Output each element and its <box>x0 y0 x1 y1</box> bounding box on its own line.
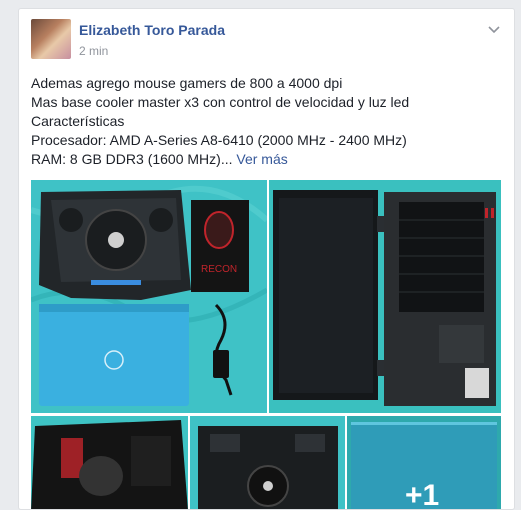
photo-mouse-box-image <box>31 416 188 509</box>
photo-laptop-open-image <box>269 180 501 413</box>
post-header: Elizabeth Toro Parada 2 min <box>31 19 504 59</box>
timestamp-text: 2 min <box>79 44 109 58</box>
post-text-line: Procesador: AMD A-Series A8-6410 (2000 M… <box>31 132 407 148</box>
photo-cooler-base[interactable] <box>190 416 345 509</box>
post-text-line: Características <box>31 113 125 129</box>
avatar[interactable] <box>31 19 71 59</box>
post-card: Elizabeth Toro Parada 2 min Ademas agreg… <box>18 8 515 510</box>
author-name[interactable]: Elizabeth Toro Parada <box>79 22 225 38</box>
box-logo: RECON <box>201 264 237 275</box>
post-text: Ademas agrego mouse gamers de 800 a 4000… <box>31 74 501 169</box>
chevron-down-icon[interactable] <box>488 23 500 35</box>
post-text-line: Ademas agrego mouse gamers de 800 a 4000… <box>31 75 343 91</box>
post-text-truncated: RAM: 8 GB DDR3 (1600 MHz)... <box>31 151 233 167</box>
photo-mouse-box[interactable] <box>31 416 188 509</box>
timestamp[interactable]: 2 min <box>79 44 108 58</box>
more-photos-count[interactable]: +1 <box>405 479 439 509</box>
photo-cooler-laptop[interactable]: RECON <box>31 180 267 413</box>
photo-laptop-open[interactable] <box>269 180 501 413</box>
post-text-line-last: RAM: 8 GB DDR3 (1600 MHz)... Ver más <box>31 150 501 169</box>
photo-cooler-laptop-image: RECON <box>31 180 267 413</box>
see-more-link[interactable]: Ver más <box>236 151 287 167</box>
post-text-line: Mas base cooler master x3 con control de… <box>31 94 410 110</box>
photo-cooler-base-image <box>190 416 345 509</box>
